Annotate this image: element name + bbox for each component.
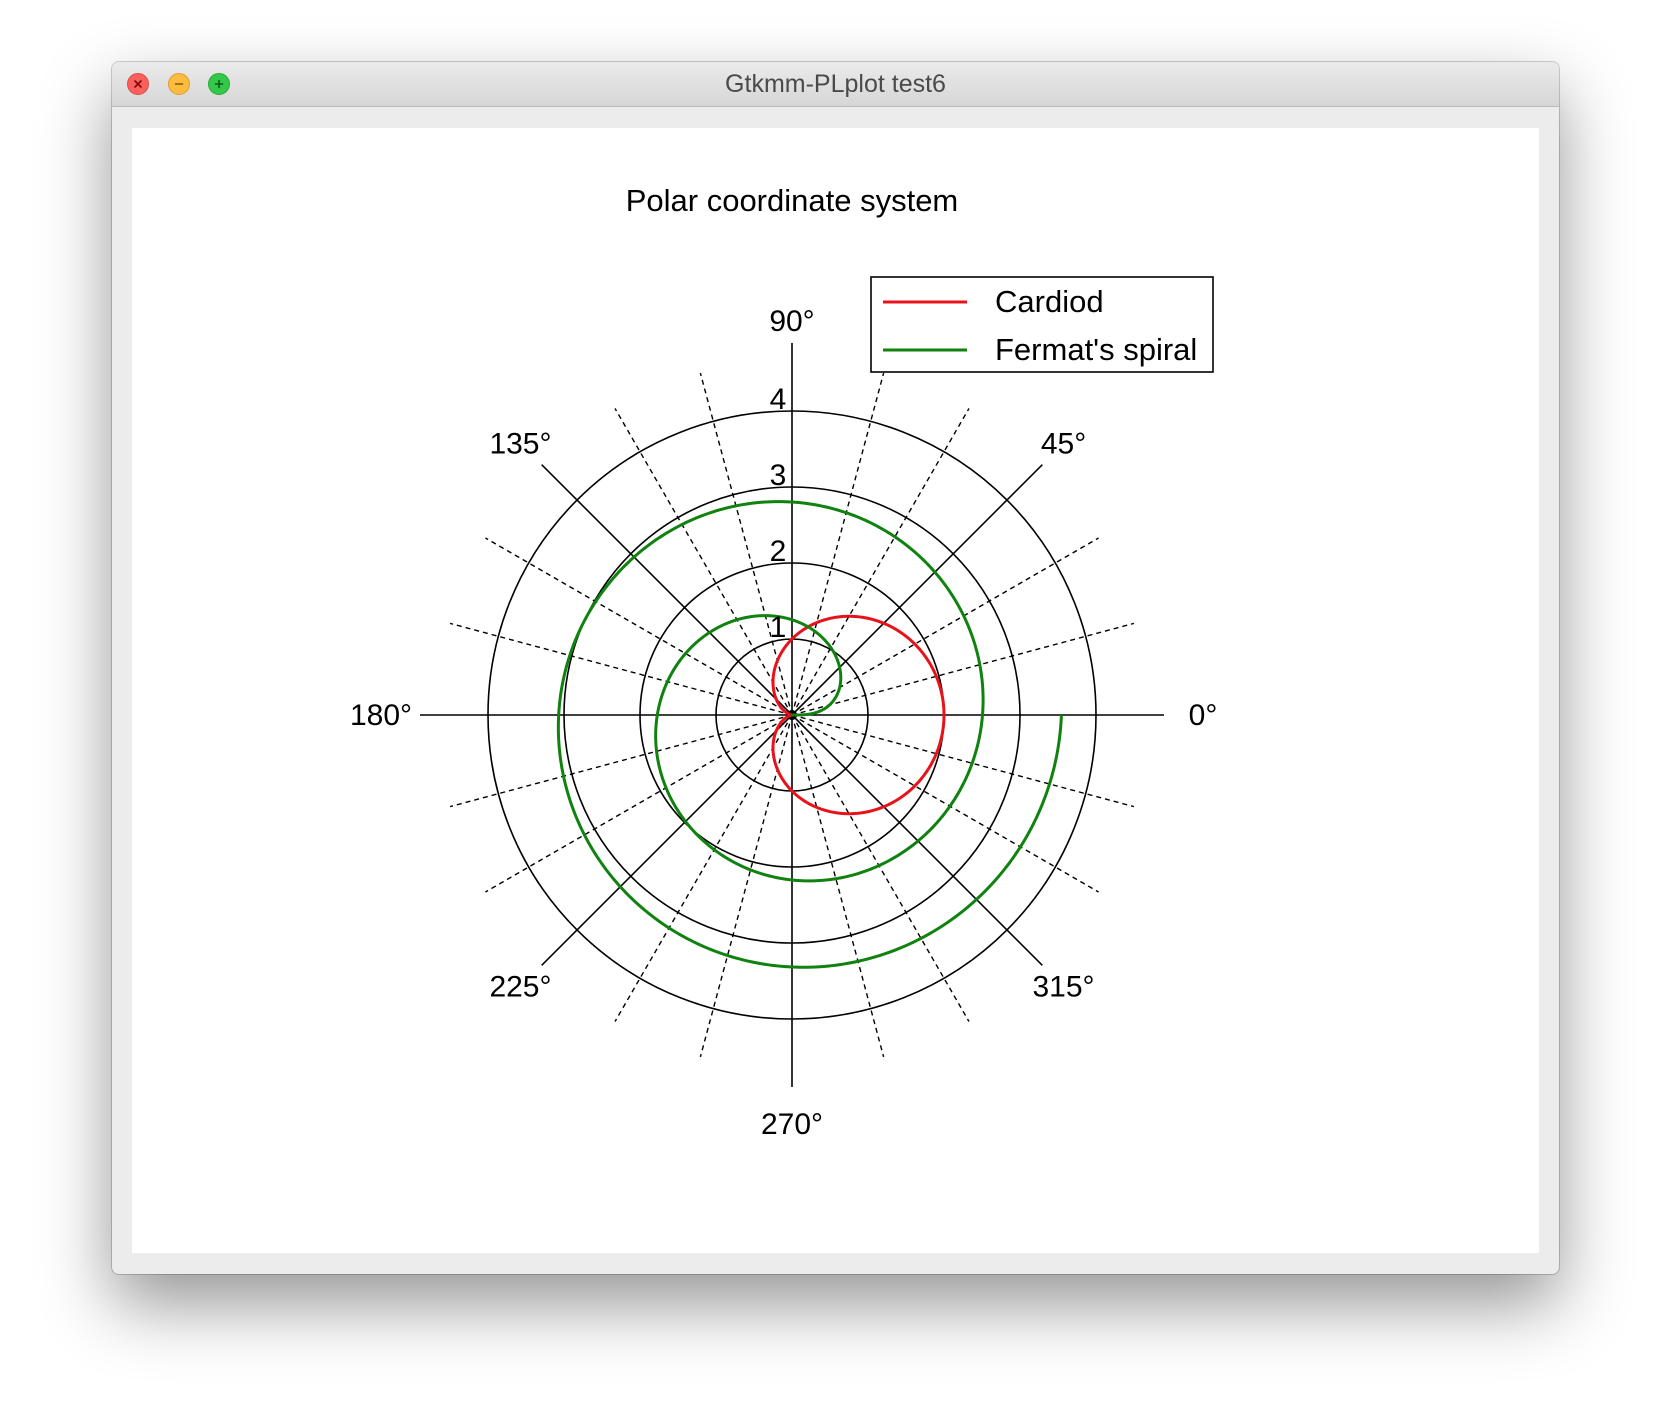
dashed-spoke-15 (791, 622, 1135, 716)
angle-label-90: 90° (769, 305, 814, 338)
radius-label-4: 4 (770, 383, 787, 416)
dashed-spoke-150 (485, 537, 793, 716)
dashed-spoke-345 (791, 714, 1135, 808)
plot-canvas: 1 2 3 4 0° 45° 90° 135° 180° 225° 270° 315° Polar c… (132, 128, 1539, 1253)
angle-label-270: 270° (761, 1108, 823, 1141)
angle-label-315: 315° (1032, 971, 1094, 1004)
dashed-spoke-300 (791, 714, 970, 1022)
chart-title: Polar coordinate system (626, 183, 959, 218)
angle-label-135: 135° (489, 427, 551, 460)
dashed-spoke-255 (699, 714, 793, 1058)
series-layer (556, 500, 1063, 969)
app-window: Gtkmm-PLplot test6 1 2 3 4 0° 45° 90° 135° 180° 2… (112, 62, 1559, 1274)
spoke-45 (791, 464, 1043, 716)
radius-label-3: 3 (770, 459, 787, 492)
dashed-spoke-195 (449, 714, 793, 808)
dashed-spoke-120 (614, 408, 793, 716)
radius-label-2: 2 (770, 535, 787, 568)
dashed-spoke-210 (485, 714, 793, 893)
title-bar[interactable]: Gtkmm-PLplot test6 (112, 62, 1559, 107)
legend: Cardiod Fermat's spiral (870, 276, 1214, 373)
dashed-spoke-285 (791, 714, 885, 1058)
dashed-spoke-165 (449, 622, 793, 716)
angle-label-45: 45° (1041, 427, 1086, 460)
polar-chart: 1 2 3 4 0° 45° 90° 135° 180° 225° 270° 315° Polar c… (350, 183, 1218, 1141)
dashed-spoke-240 (614, 714, 793, 1022)
window-title: Gtkmm-PLplot test6 (725, 70, 946, 98)
legend-label-0: Cardiod (995, 284, 1104, 319)
dashed-spoke-330 (791, 714, 1099, 893)
series-fermats-spiral-line (556, 500, 1063, 969)
angle-label-0: 0° (1189, 699, 1218, 732)
dashed-spoke-60 (791, 408, 970, 716)
radius-label-1: 1 (770, 611, 787, 644)
angle-label-180: 180° (350, 699, 412, 732)
legend-label-1: Fermat's spiral (995, 332, 1197, 367)
angle-label-225: 225° (489, 971, 551, 1004)
